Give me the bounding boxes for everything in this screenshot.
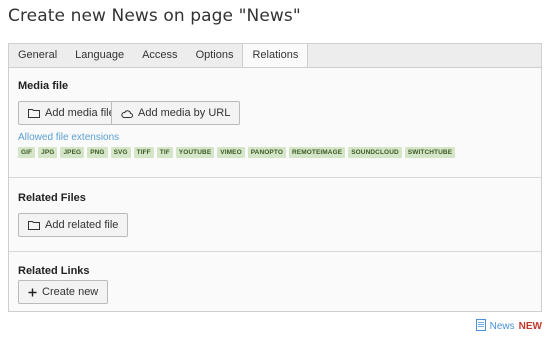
- extension-list: GIF JPG JPEG PNG SVG TIFF TIF YOUTUBE VI…: [18, 147, 456, 158]
- create-new-label: Create new: [42, 286, 99, 298]
- extension-badge: PNG: [87, 147, 108, 158]
- record-type-label: News: [489, 321, 515, 332]
- allowed-extensions-label: Allowed file extensions: [18, 132, 120, 143]
- create-new-link-button[interactable]: Create new: [18, 280, 109, 304]
- add-media-file-label: Add media file: [45, 107, 115, 119]
- add-media-url-label: Add media by URL: [138, 107, 231, 119]
- folder-icon: [28, 220, 40, 230]
- related-links-section: Related Links Create new: [9, 252, 541, 312]
- document-icon: [475, 319, 486, 334]
- extension-badge: SOUNDCLOUD: [348, 147, 402, 158]
- record-info: News NEW: [475, 319, 542, 334]
- extension-badge: TIFF: [133, 147, 154, 158]
- add-media-file-button[interactable]: Add media file: [18, 101, 125, 125]
- extension-badge: YOUTUBE: [175, 147, 215, 158]
- extension-badge: SVG: [110, 147, 131, 158]
- extension-badge: VIMEO: [217, 147, 245, 158]
- plus-icon: [28, 288, 37, 297]
- extension-badge: REMOTEIMAGE: [288, 147, 346, 158]
- media-file-title: Media file: [18, 80, 69, 92]
- add-related-file-label: Add related file: [45, 219, 119, 231]
- related-files-section: Related Files Add related file: [9, 178, 541, 252]
- extension-badge: JPG: [38, 147, 58, 158]
- folder-icon: [28, 108, 40, 118]
- extension-badge: JPEG: [60, 147, 85, 158]
- relations-panel: Media file Add media file Add media by U…: [8, 67, 542, 312]
- tab-options[interactable]: Options: [187, 44, 243, 67]
- add-media-url-button[interactable]: Add media by URL: [111, 101, 241, 125]
- add-related-file-button[interactable]: Add related file: [18, 213, 129, 237]
- extension-badge: GIF: [18, 147, 36, 158]
- media-file-section: Media file Add media file Add media by U…: [9, 68, 541, 178]
- tab-relations[interactable]: Relations: [242, 44, 309, 69]
- record-state-badge: NEW: [518, 321, 542, 332]
- extension-badge: SWITCHTUBE: [404, 147, 456, 158]
- extension-badge: PANOPTO: [247, 147, 286, 158]
- cloud-icon: [121, 109, 133, 118]
- related-files-title: Related Files: [18, 192, 86, 204]
- page-title: Create new News on page "News": [8, 6, 301, 26]
- tab-general[interactable]: General: [9, 44, 66, 67]
- tab-access[interactable]: Access: [133, 44, 186, 67]
- related-links-title: Related Links: [18, 265, 90, 277]
- tab-language[interactable]: Language: [66, 44, 133, 67]
- extension-badge: TIF: [156, 147, 173, 158]
- tab-bar: General Language Access Options Relation…: [8, 43, 542, 69]
